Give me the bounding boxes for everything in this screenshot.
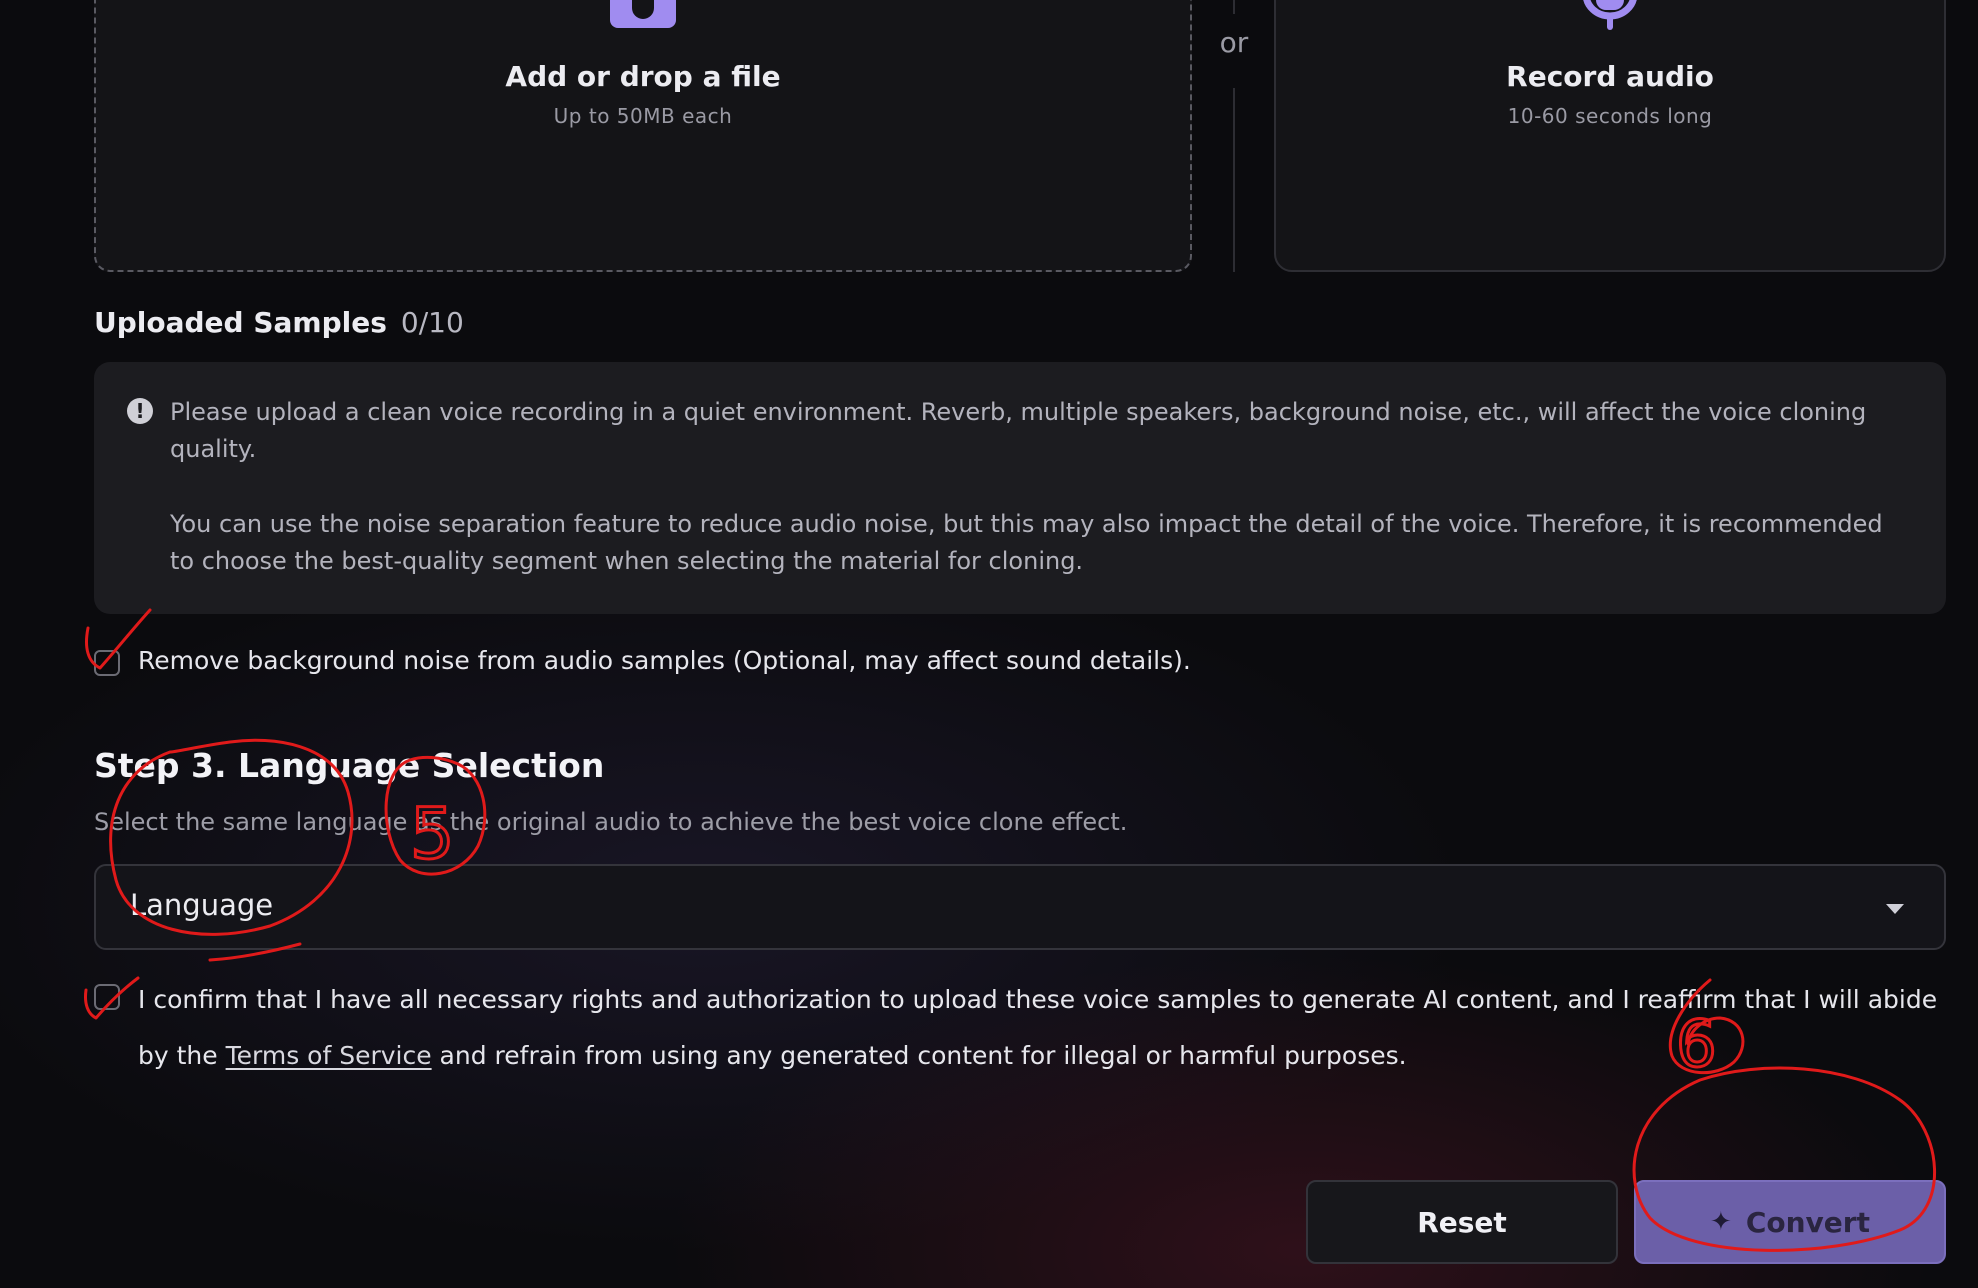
microphone-icon xyxy=(1580,0,1640,40)
record-subtitle: 10-60 seconds long xyxy=(1507,104,1713,128)
uploaded-samples-count: 0/10 xyxy=(400,306,464,339)
or-separator: or xyxy=(1219,26,1249,59)
reset-button-label: Reset xyxy=(1417,1205,1507,1239)
language-select[interactable]: Language xyxy=(94,864,1946,950)
sparkle-icon: ✦ xyxy=(1710,1207,1732,1237)
reset-button[interactable]: Reset xyxy=(1306,1180,1618,1264)
divider-line-top xyxy=(1233,0,1235,14)
terms-of-service-link[interactable]: Terms of Service xyxy=(226,1041,432,1070)
noise-removal-label[interactable]: Remove background noise from audio sampl… xyxy=(138,646,1191,675)
step-3-description: Select the same language as the original… xyxy=(94,808,1128,836)
info-paragraph-2: You can use the noise separation feature… xyxy=(170,510,1883,575)
info-panel: ! Please upload a clean voice recording … xyxy=(94,362,1946,614)
upload-title: Add or drop a file xyxy=(505,60,781,93)
rights-confirm-label: I confirm that I have all necessary righ… xyxy=(138,972,1938,1084)
uploaded-samples-label: Uploaded Samples xyxy=(94,306,387,339)
confirm-text-after: and refrain from using any generated con… xyxy=(431,1041,1407,1070)
info-paragraph-1: Please upload a clean voice recording in… xyxy=(170,398,1867,463)
uploaded-samples-heading: Uploaded Samples 0/10 xyxy=(94,306,464,339)
chevron-down-icon xyxy=(1886,904,1904,914)
rights-confirm-checkbox[interactable] xyxy=(94,984,120,1010)
upload-box-icon xyxy=(610,0,676,32)
info-icon: ! xyxy=(127,398,153,424)
step-3-title: Step 3. Language Selection xyxy=(94,746,605,785)
record-audio-box[interactable]: Record audio 10-60 seconds long xyxy=(1274,0,1946,272)
file-drop-zone[interactable]: Add or drop a file Up to 50MB each xyxy=(94,0,1192,272)
record-title: Record audio xyxy=(1506,60,1714,93)
noise-removal-checkbox[interactable] xyxy=(94,650,120,676)
convert-button[interactable]: ✦ Convert xyxy=(1634,1180,1946,1264)
convert-button-label: Convert xyxy=(1745,1205,1870,1239)
upload-subtitle: Up to 50MB each xyxy=(553,104,733,128)
language-select-value: Language xyxy=(130,888,274,922)
page: Add or drop a file Up to 50MB each or Re… xyxy=(0,0,1978,1288)
divider-line-bottom xyxy=(1233,88,1235,272)
